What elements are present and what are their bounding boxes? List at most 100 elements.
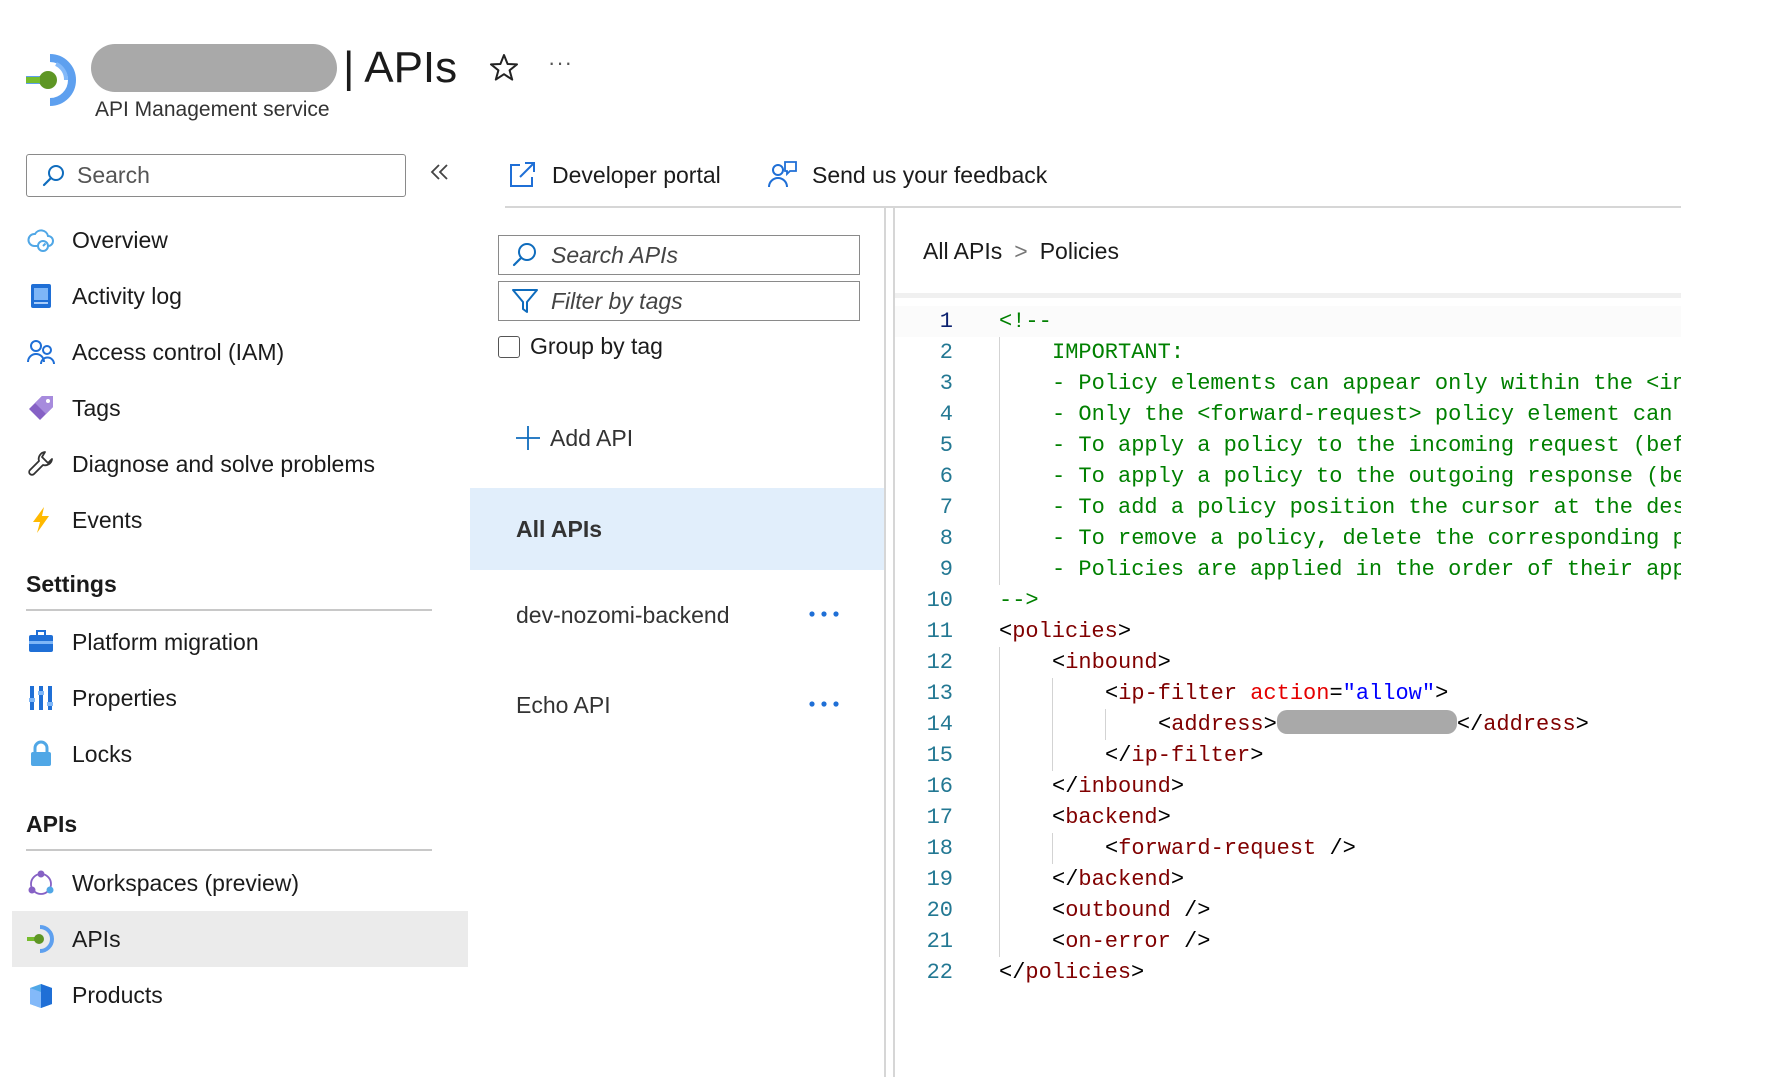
- nav-search-box[interactable]: [26, 154, 406, 197]
- code-line[interactable]: 6 - To apply a policy to the outgoing res…: [895, 461, 1681, 492]
- add-api-button[interactable]: Add API: [514, 424, 633, 452]
- briefcase-icon: [26, 627, 56, 657]
- nav-item-products[interactable]: Products: [12, 967, 468, 1023]
- code-token: - To apply a policy to the incoming requ…: [1052, 433, 1681, 458]
- line-number: 5: [939, 433, 953, 458]
- code-token: <: [1052, 898, 1066, 923]
- code-text: </ip-filter>: [1105, 740, 1263, 771]
- add-api-label: Add API: [550, 424, 634, 451]
- nav-label: Locks: [72, 740, 133, 767]
- code-line[interactable]: 2 IMPORTANT:: [895, 337, 1681, 368]
- policy-code-editor[interactable]: 1 <!-- 2 IMPORTANT: 3 - Policy elements can a…: [895, 298, 1681, 998]
- search-apis-box[interactable]: [498, 235, 860, 275]
- filter-tags-box[interactable]: [498, 281, 860, 321]
- code-line[interactable]: 4 - Only the <forward-request> policy ele…: [895, 399, 1681, 430]
- code-line[interactable]: 16 </inbound>: [895, 771, 1681, 802]
- more-options-icon[interactable]: ···: [548, 50, 573, 76]
- code-line[interactable]: 15 </ip-filter>: [895, 740, 1681, 771]
- nav-item-tags[interactable]: Tags: [12, 380, 468, 436]
- breadcrumb-all-apis[interactable]: All APIs: [923, 238, 1002, 265]
- code-line[interactable]: 1 <!--: [895, 306, 1681, 337]
- code-token: </: [1052, 774, 1079, 799]
- api-row-all-apis[interactable]: All APIs: [470, 488, 886, 570]
- code-line[interactable]: 17 <backend>: [895, 802, 1681, 833]
- code-line[interactable]: 10 -->: [895, 585, 1681, 616]
- code-token: <: [999, 619, 1013, 644]
- code-line[interactable]: 21 <on-error />: [895, 926, 1681, 957]
- api-name: dev-nozomi-backend: [516, 601, 730, 628]
- code-token: address: [1171, 712, 1264, 737]
- code-line[interactable]: 19 </backend>: [895, 864, 1681, 895]
- nav-item-activity-log[interactable]: Activity log: [12, 268, 468, 324]
- indent-guide: [999, 337, 1000, 585]
- code-line[interactable]: 8 - To remove a policy, delete the corres…: [895, 523, 1681, 554]
- nav-label: Workspaces (preview): [72, 869, 300, 896]
- code-line[interactable]: 12 <inbound>: [895, 647, 1681, 678]
- code-line[interactable]: 13 <ip-filter action="allow">: [895, 678, 1681, 709]
- line-number: 10: [926, 588, 953, 613]
- code-text: - Policies are applied in the order of t…: [1052, 554, 1681, 585]
- activity-log-icon: [26, 281, 56, 311]
- lock-icon: [26, 739, 56, 769]
- search-apis-input[interactable]: [551, 241, 851, 269]
- nav-label: Products: [72, 981, 163, 1008]
- code-text: - To add a policy position the cursor at…: [1052, 492, 1681, 523]
- nav-item-apis[interactable]: APIs: [12, 911, 468, 967]
- nav-item-locks[interactable]: Locks: [12, 726, 468, 782]
- code-token: >: [1170, 774, 1185, 799]
- nav-item-platform-migration[interactable]: Platform migration: [12, 614, 468, 670]
- code-line[interactable]: 7 - To add a policy position the cursor a…: [895, 492, 1681, 523]
- code-line[interactable]: 3 - Policy elements can appear only withi…: [895, 368, 1681, 399]
- nav-label: Platform migration: [72, 628, 259, 655]
- line-number: 13: [926, 681, 953, 706]
- nav-item-overview[interactable]: Overview: [12, 212, 468, 268]
- pane-splitter[interactable]: [884, 207, 886, 1077]
- nav-item-properties[interactable]: Properties: [12, 670, 468, 726]
- api-row-echo-api[interactable]: Echo API: [470, 664, 886, 746]
- code-token: - Policies are applied in the order of t…: [1052, 557, 1681, 582]
- code-line[interactable]: 18 <forward-request />: [895, 833, 1681, 864]
- search-icon: [42, 164, 64, 186]
- code-line[interactable]: 9 - Policies are applied in the order of …: [895, 554, 1681, 585]
- code-token: <: [1105, 836, 1119, 861]
- code-text: - Policy elements can appear only within…: [1052, 368, 1681, 399]
- line-number: 15: [926, 743, 953, 768]
- code-line[interactable]: 5 - To apply a policy to the incoming req…: [895, 430, 1681, 461]
- collapse-menu-icon[interactable]: [428, 160, 452, 184]
- code-text: </inbound>: [1052, 771, 1184, 802]
- code-token: ip-filter: [1131, 743, 1251, 768]
- code-text: </backend>: [1052, 864, 1184, 895]
- code-line[interactable]: 20 <outbound />: [895, 895, 1681, 926]
- api-row-dev-nozomi-backend[interactable]: dev-nozomi-backend: [470, 574, 886, 656]
- line-number: 19: [926, 867, 953, 892]
- code-line[interactable]: 11 <policies>: [895, 616, 1681, 647]
- favorite-star-icon[interactable]: [488, 52, 520, 84]
- nav-search-input[interactable]: [77, 162, 397, 189]
- code-token: IMPORTANT:: [1052, 340, 1185, 365]
- code-token: - To apply a policy to the outgoing resp…: [1052, 464, 1681, 489]
- code-token: <!--: [999, 309, 1052, 334]
- code-line[interactable]: 14 <address> </address>: [895, 709, 1681, 740]
- code-text: - To apply a policy to the outgoing resp…: [1052, 461, 1681, 492]
- nav-item-workspaces[interactable]: Workspaces (preview): [12, 855, 468, 911]
- lightning-icon: [26, 505, 56, 535]
- nav-item-diagnose[interactable]: Diagnose and solve problems: [12, 436, 468, 492]
- code-token: </: [999, 960, 1026, 985]
- filter-tags-input[interactable]: [551, 287, 851, 315]
- code-token: </: [1456, 712, 1484, 737]
- nav-label: Diagnose and solve problems: [72, 450, 376, 477]
- code-token: - To remove a policy, delete the corresp…: [1052, 526, 1681, 551]
- code-text: <backend>: [1052, 802, 1171, 833]
- more-options-icon[interactable]: [804, 692, 844, 716]
- nav-label: APIs: [72, 925, 121, 952]
- feedback-button[interactable]: Send us your feedback: [766, 155, 1047, 195]
- more-options-icon[interactable]: [804, 602, 844, 626]
- nav-item-access-control[interactable]: Access control (IAM): [12, 324, 468, 380]
- group-by-tag-checkbox[interactable]: Group by tag: [498, 333, 663, 360]
- developer-portal-button[interactable]: Developer portal: [506, 155, 721, 195]
- line-number: 12: [926, 650, 953, 675]
- checkbox-box[interactable]: [498, 335, 520, 358]
- nav-item-events[interactable]: Events: [12, 492, 468, 548]
- code-line[interactable]: 22 </policies>: [895, 957, 1681, 988]
- plus-icon: [516, 426, 540, 450]
